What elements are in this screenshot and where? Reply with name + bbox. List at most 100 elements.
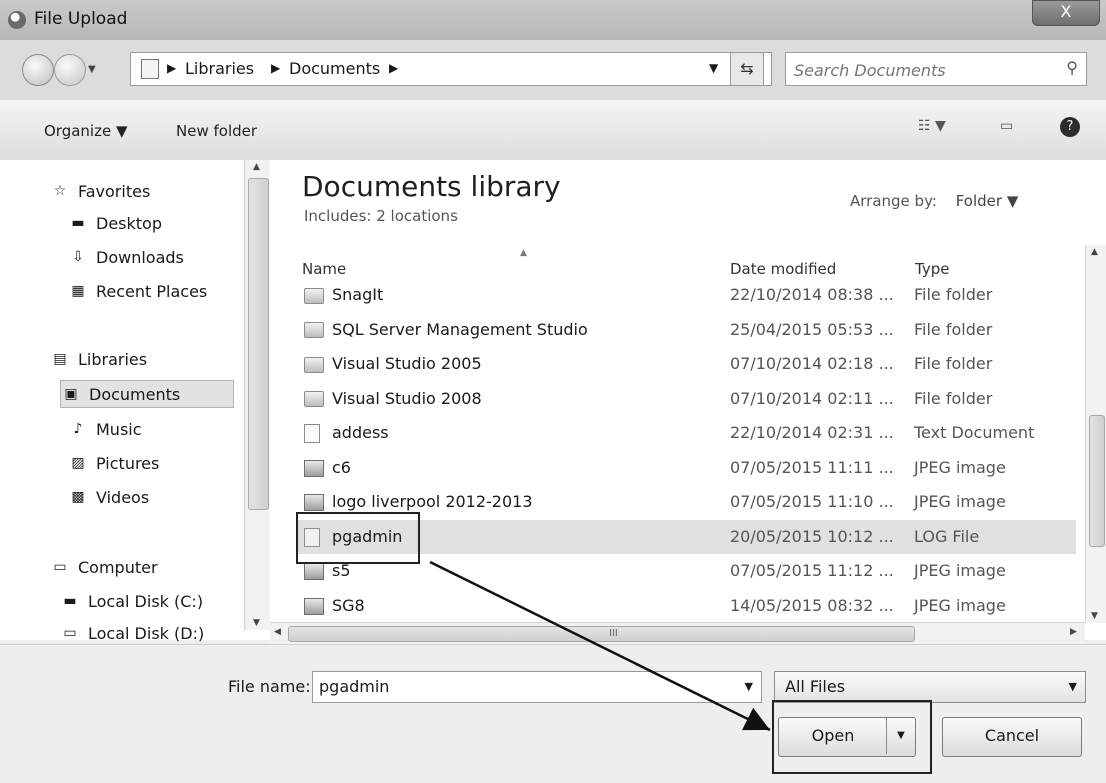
file-name-cell[interactable]: addess (304, 423, 389, 443)
nav-favorites-label: Favorites (78, 181, 151, 201)
music-icon: ♪ (73, 421, 83, 437)
scroll-up-icon[interactable]: ▲ (253, 162, 260, 172)
column-header-type[interactable]: Type (915, 260, 949, 278)
file-name-cell[interactable]: SG8 (304, 596, 365, 615)
close-button[interactable]: X (1032, 0, 1100, 26)
library-includes[interactable]: Includes: 2 locations (304, 207, 458, 225)
file-date-cell: 14/05/2015 08:32 ... (730, 595, 894, 615)
image-file-icon (304, 597, 324, 615)
nav-downloads[interactable]: ⇩ Downloads (68, 244, 184, 270)
nav-downloads-label: Downloads (96, 247, 184, 267)
search-box[interactable]: ⚲ (785, 52, 1087, 86)
file-type-value: All Files (785, 677, 846, 696)
file-row[interactable]: SQL Server Management Studio 25/04/2015 0… (296, 313, 1076, 347)
nav-desktop[interactable]: ▬ Desktop (68, 210, 162, 236)
nav-music[interactable]: ♪ Music (68, 416, 142, 442)
address-dropdown-icon[interactable]: ▼ (709, 61, 718, 75)
file-type-cell: JPEG image (914, 492, 1006, 511)
horizontal-scrollbar[interactable]: ◀ III ▶ (270, 622, 1085, 645)
nav-recent-label: Recent Places (96, 281, 208, 301)
file-list-scrollbar[interactable]: ▲ ▼ (1085, 245, 1106, 623)
file-type-select[interactable]: All Files ▼ (774, 671, 1086, 703)
highlight-box-file (296, 512, 420, 564)
nav-favorites[interactable]: ☆ Favorites (50, 178, 151, 204)
new-folder-button[interactable]: New folder (176, 122, 257, 140)
toolbar: Organize ▼ New folder ☷ ▼ ▭ ? (0, 100, 1106, 161)
file-list-pane: Documents library Includes: 2 locations … (270, 160, 1106, 640)
file-name-cell[interactable]: logo liverpool 2012-2013 (304, 492, 533, 511)
file-name: SnagIt (332, 285, 384, 304)
file-name-input[interactable]: pgadmin ▼ (312, 671, 762, 703)
file-row[interactable]: Visual Studio 2008 07/10/2014 02:11 ... Fi… (296, 382, 1076, 416)
breadcrumb-libraries[interactable]: Libraries (185, 59, 254, 78)
help-icon[interactable]: ? (1060, 117, 1080, 137)
file-date-cell: 07/10/2014 02:18 ... (730, 354, 894, 373)
organize-button[interactable]: Organize ▼ (44, 122, 128, 140)
nav-documents[interactable]: ▣ Documents (60, 380, 234, 408)
preview-pane-icon[interactable]: ▭ (1000, 118, 1013, 134)
refresh-icon[interactable]: ⇆ (730, 52, 764, 86)
column-header-date[interactable]: Date modified (730, 260, 836, 278)
arrange-by[interactable]: Arrange by: Folder ▼ (850, 192, 1018, 210)
recent-pages-dropdown-icon[interactable]: ▼ (88, 64, 96, 75)
file-name: c6 (332, 457, 351, 477)
app-icon (8, 11, 26, 29)
file-type-dropdown-icon[interactable]: ▼ (1069, 680, 1077, 693)
view-options-icon[interactable]: ☷ ▼ (918, 118, 946, 134)
nav-disk-c-label: Local Disk (C:) (88, 591, 204, 611)
disk-icon: ▭ (63, 625, 77, 641)
address-bar[interactable]: ▶ Libraries ▶ Documents ▶ ▼ (130, 52, 772, 86)
nav-computer[interactable]: ▭ Computer (50, 554, 158, 580)
file-name-cell[interactable]: SnagIt (304, 285, 383, 304)
breadcrumb-documents[interactable]: Documents (289, 59, 380, 78)
scroll-down-icon[interactable]: ▼ (1091, 611, 1098, 621)
column-header-name[interactable]: Name (302, 260, 346, 278)
folder-icon (304, 322, 324, 338)
breadcrumb-arrow-icon[interactable]: ▶ (167, 61, 176, 75)
file-name-value[interactable]: pgadmin (319, 677, 389, 696)
scroll-up-icon[interactable]: ▲ (1091, 247, 1098, 257)
disk-icon: ▬ (63, 593, 77, 609)
nav-local-disk-d[interactable]: ▭ Local Disk (D:) (60, 620, 204, 646)
arrange-by-value[interactable]: Folder ▼ (956, 192, 1019, 210)
forward-button[interactable] (54, 54, 86, 86)
sort-arrow-icon: ▲ (520, 248, 527, 258)
file-name-cell[interactable]: SQL Server Management Studio (304, 320, 588, 339)
file-name-cell[interactable]: c6 (304, 458, 351, 477)
search-input[interactable] (792, 58, 1046, 82)
scrollbar-thumb[interactable]: III (288, 626, 915, 642)
image-file-icon (304, 459, 324, 477)
nav-videos[interactable]: ▩ Videos (68, 484, 149, 510)
nav-desktop-label: Desktop (96, 213, 162, 233)
file-name-label: File name: (228, 677, 311, 696)
file-name: SQL Server Management Studio (332, 319, 588, 339)
nav-pane-scrollbar[interactable]: ▲ ▼ (244, 160, 271, 630)
file-row[interactable]: Visual Studio 2005 07/10/2014 02:18 ... Fi… (296, 347, 1076, 381)
nav-libraries[interactable]: ▤ Libraries (50, 346, 147, 372)
file-name-cell[interactable]: Visual Studio 2005 (304, 354, 482, 373)
nav-pictures[interactable]: ▨ Pictures (68, 450, 159, 476)
back-button[interactable] (22, 54, 54, 86)
scroll-right-icon[interactable]: ▶ (1070, 627, 1077, 637)
file-row[interactable]: addess 22/10/2014 02:31 ... Text Document (296, 416, 1076, 450)
scrollbar-thumb[interactable] (1089, 415, 1105, 547)
file-name-cell[interactable]: Visual Studio 2008 (304, 389, 482, 408)
scrollbar-thumb[interactable] (248, 178, 269, 510)
nav-libraries-label: Libraries (78, 349, 148, 369)
file-name-dropdown-icon[interactable]: ▼ (745, 680, 753, 693)
file-row[interactable]: SG8 14/05/2015 08:32 ... JPEG image (296, 589, 1076, 623)
text-file-icon (304, 424, 320, 443)
scroll-left-icon[interactable]: ◀ (274, 627, 281, 637)
breadcrumb-arrow-icon[interactable]: ▶ (271, 61, 280, 75)
file-row[interactable]: SnagIt 22/10/2014 08:38 ... File folder (296, 278, 1076, 312)
file-name: addess (332, 423, 389, 442)
pictures-icon: ▨ (71, 455, 85, 471)
nav-recent-places[interactable]: ▦ Recent Places (68, 278, 207, 304)
nav-local-disk-c[interactable]: ▬ Local Disk (C:) (60, 588, 203, 614)
file-row[interactable]: c6 07/05/2015 11:11 ... JPEG image (296, 451, 1076, 485)
breadcrumb-arrow-icon[interactable]: ▶ (389, 61, 398, 75)
nav-computer-label: Computer (78, 557, 158, 577)
scroll-down-icon[interactable]: ▼ (253, 618, 260, 628)
search-icon[interactable]: ⚲ (1066, 58, 1078, 77)
cancel-button[interactable]: Cancel (942, 717, 1082, 757)
